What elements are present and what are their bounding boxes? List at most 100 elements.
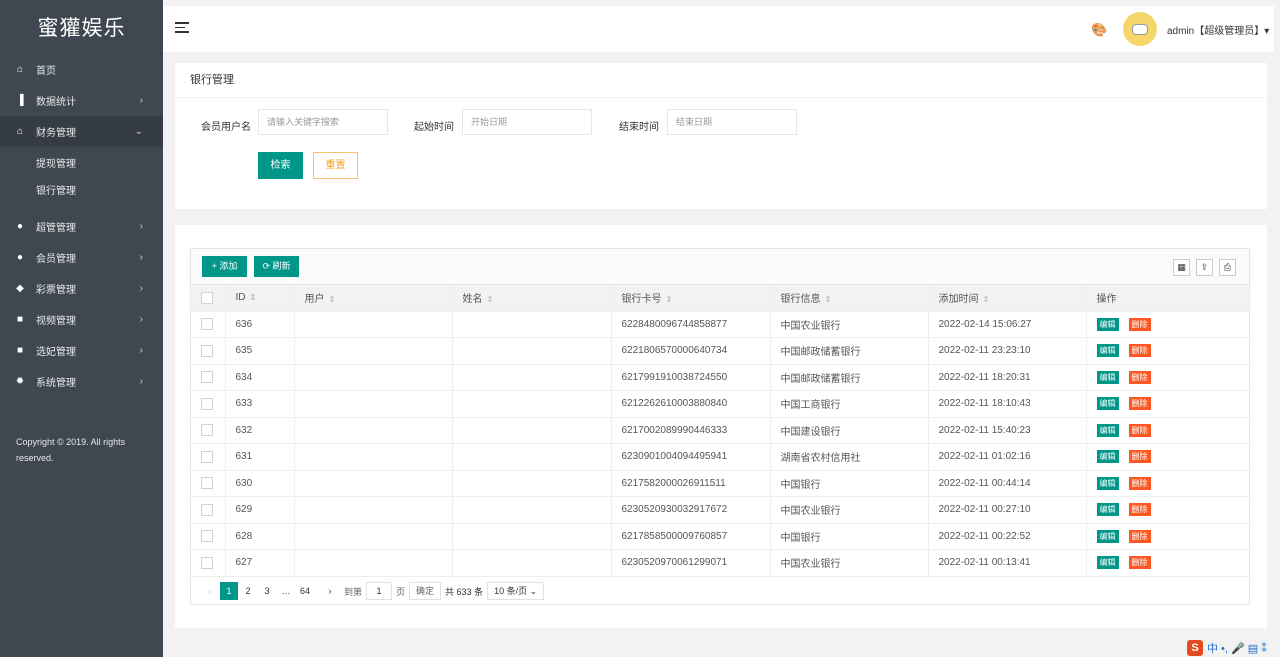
cell-actions: 编辑 删除 — [1086, 364, 1249, 391]
row-checkbox[interactable] — [191, 337, 226, 365]
reset-button[interactable]: 重置 — [313, 152, 358, 179]
delete-button[interactable]: 删除 — [1128, 397, 1151, 411]
sidebar-item-1[interactable]: ▐ 数据统计 › — [0, 85, 163, 116]
page-3[interactable]: 3 — [258, 582, 276, 600]
row-checkbox[interactable] — [191, 311, 226, 338]
cell-name — [452, 523, 612, 550]
edit-button[interactable]: 编辑 — [1096, 476, 1119, 490]
edit-button[interactable]: 编辑 — [1096, 450, 1119, 464]
cell-name — [452, 496, 612, 524]
col-name[interactable]: 姓名 ⇕ — [452, 285, 612, 312]
edit-button[interactable]: 编辑 — [1096, 397, 1119, 411]
avatar[interactable] — [1123, 12, 1157, 46]
table-panel: + 添加 ⟳ 刷新 ▦ ⇪ ⎙ ID ⇕ 用户 ⇕ 姓名 ⇕ 银行卡号 ⇕ 银行信息 ⇕ … — [175, 225, 1267, 628]
username-search-input[interactable]: 请输入关键字搜索 — [258, 109, 388, 135]
chevron-icon: › — [139, 345, 143, 356]
user-icon: ● — [16, 221, 24, 232]
table-row: 633 6212262610003880840 中国工商银行 2022-02-11 1… — [191, 390, 1249, 418]
edit-button[interactable]: 编辑 — [1096, 370, 1119, 384]
table-row: 631 6230901004094495941 湖南省农村信用社 2022-02-11… — [191, 443, 1249, 471]
row-checkbox[interactable] — [191, 470, 226, 497]
delete-button[interactable]: 删除 — [1128, 503, 1151, 517]
next-page-button[interactable]: › — [321, 582, 339, 600]
refresh-button[interactable]: ⟳ 刷新 — [254, 256, 299, 277]
table-row: 630 6217582000026911511 中国银行 2022-02-11 00:… — [191, 470, 1249, 497]
delete-button[interactable]: 删除 — [1128, 450, 1151, 464]
delete-button[interactable]: 删除 — [1128, 476, 1151, 490]
export-icon[interactable]: ⇪ — [1196, 259, 1213, 276]
chevron-icon: › — [139, 252, 143, 263]
delete-button[interactable]: 删除 — [1128, 370, 1151, 384]
delete-button[interactable]: 删除 — [1128, 423, 1151, 437]
sidebar-item-0[interactable]: ⌂ 首页 — [0, 54, 163, 85]
ime-toolbar[interactable]: S 中 •, 🎤 ▤ ⁑ — [1187, 640, 1267, 656]
edit-button[interactable]: 编辑 — [1096, 503, 1119, 517]
row-checkbox[interactable] — [191, 390, 226, 418]
start-date-input[interactable]: 开始日期 — [462, 109, 592, 135]
col-id[interactable]: ID ⇕ — [225, 285, 295, 312]
edit-button[interactable]: 编辑 — [1096, 556, 1119, 570]
sidebar-item-2[interactable]: ⌂ 财务管理 ⌄ — [0, 116, 163, 147]
sidebar-item-8[interactable]: ✹ 系统管理 › — [0, 366, 163, 397]
delete-button[interactable]: 删除 — [1128, 317, 1151, 331]
row-checkbox[interactable] — [191, 443, 226, 471]
goto-confirm-button[interactable]: 确定 — [409, 582, 442, 600]
row-checkbox[interactable] — [191, 549, 226, 577]
row-checkbox[interactable] — [191, 523, 226, 550]
pagination: ‹ 1 2 3 … 64 › 到第 1 页 确定 共 633 条 10 条/页 … — [201, 582, 548, 600]
table-header-row: ID ⇕ 用户 ⇕ 姓名 ⇕ 银行卡号 ⇕ 银行信息 ⇕ 添加时间 ⇕ 操作 — [191, 285, 1249, 312]
bar-chart-icon: ▐ — [16, 95, 24, 106]
cell-actions: 编辑 删除 — [1086, 390, 1249, 418]
cell-name — [452, 470, 612, 497]
page-title: 银行管理 — [175, 63, 1267, 98]
cell-bank-info: 中国农业银行 — [770, 311, 929, 338]
delete-button[interactable]: 删除 — [1128, 556, 1151, 570]
delete-button[interactable]: 删除 — [1128, 529, 1151, 543]
sidebar-item-6[interactable]: ■ 视频管理 › — [0, 304, 163, 335]
add-button[interactable]: + 添加 — [202, 256, 247, 277]
sidebar-item-7[interactable]: ■ 选妃管理 › — [0, 335, 163, 366]
edit-button[interactable]: 编辑 — [1096, 423, 1119, 437]
row-checkbox[interactable] — [191, 364, 226, 391]
print-icon[interactable]: ⎙ — [1219, 259, 1236, 276]
sidebar-item-3[interactable]: ● 超管管理 › — [0, 211, 163, 242]
submenu-item-0[interactable]: 提现管理 — [0, 151, 163, 178]
columns-filter-icon[interactable]: ▦ — [1173, 259, 1190, 276]
sidebar-item-5[interactable]: ◆ 彩票管理 › — [0, 273, 163, 304]
col-user[interactable]: 用户 ⇕ — [294, 285, 453, 312]
cell-id: 631 — [225, 443, 295, 471]
goto-page-input[interactable]: 1 — [366, 582, 393, 600]
cell-added-time: 2022-02-11 00:22:52 — [928, 523, 1087, 550]
cell-added-time: 2022-02-11 00:13:41 — [928, 549, 1087, 577]
copyright-text: Copyright © 2019. All rights reserved. — [16, 437, 126, 463]
col-card-number[interactable]: 银行卡号 ⇕ — [611, 285, 771, 312]
cell-added-time: 2022-02-11 15:40:23 — [928, 417, 1087, 444]
row-checkbox[interactable] — [191, 417, 226, 444]
col-added-time[interactable]: 添加时间 ⇕ — [928, 285, 1087, 312]
submenu-item-1[interactable]: 银行管理 — [0, 178, 163, 205]
end-date-input[interactable]: 结束日期 — [667, 109, 797, 135]
menu-toggle-icon[interactable] — [175, 22, 189, 34]
edit-button[interactable]: 编辑 — [1096, 529, 1119, 543]
edit-button[interactable]: 编辑 — [1096, 317, 1119, 331]
search-button[interactable]: 检索 — [258, 152, 303, 179]
page-64[interactable]: 64 — [296, 582, 314, 600]
select-all-checkbox[interactable] — [191, 285, 226, 312]
delete-button[interactable]: 删除 — [1128, 344, 1151, 358]
user-menu[interactable]: admin【超级管理员】▾ — [1167, 22, 1269, 37]
chevron-icon: › — [139, 221, 143, 232]
page-1[interactable]: 1 — [220, 582, 238, 600]
video-icon: ■ — [16, 314, 24, 325]
theme-palette-icon[interactable]: 🎨 — [1091, 22, 1107, 38]
col-bank-info[interactable]: 银行信息 ⇕ — [770, 285, 929, 312]
page-size-select[interactable]: 10 条/页 ⌄ — [487, 582, 545, 600]
sidebar-item-4[interactable]: ● 会员管理 › — [0, 242, 163, 273]
row-checkbox[interactable] — [191, 496, 226, 524]
cell-actions: 编辑 删除 — [1086, 417, 1249, 444]
cell-name — [452, 311, 612, 338]
cell-bank-info: 中国农业银行 — [770, 496, 929, 524]
edit-button[interactable]: 编辑 — [1096, 344, 1119, 358]
prev-page-button[interactable]: ‹ — [201, 582, 219, 600]
page-2[interactable]: 2 — [239, 582, 257, 600]
cell-id: 628 — [225, 523, 295, 550]
